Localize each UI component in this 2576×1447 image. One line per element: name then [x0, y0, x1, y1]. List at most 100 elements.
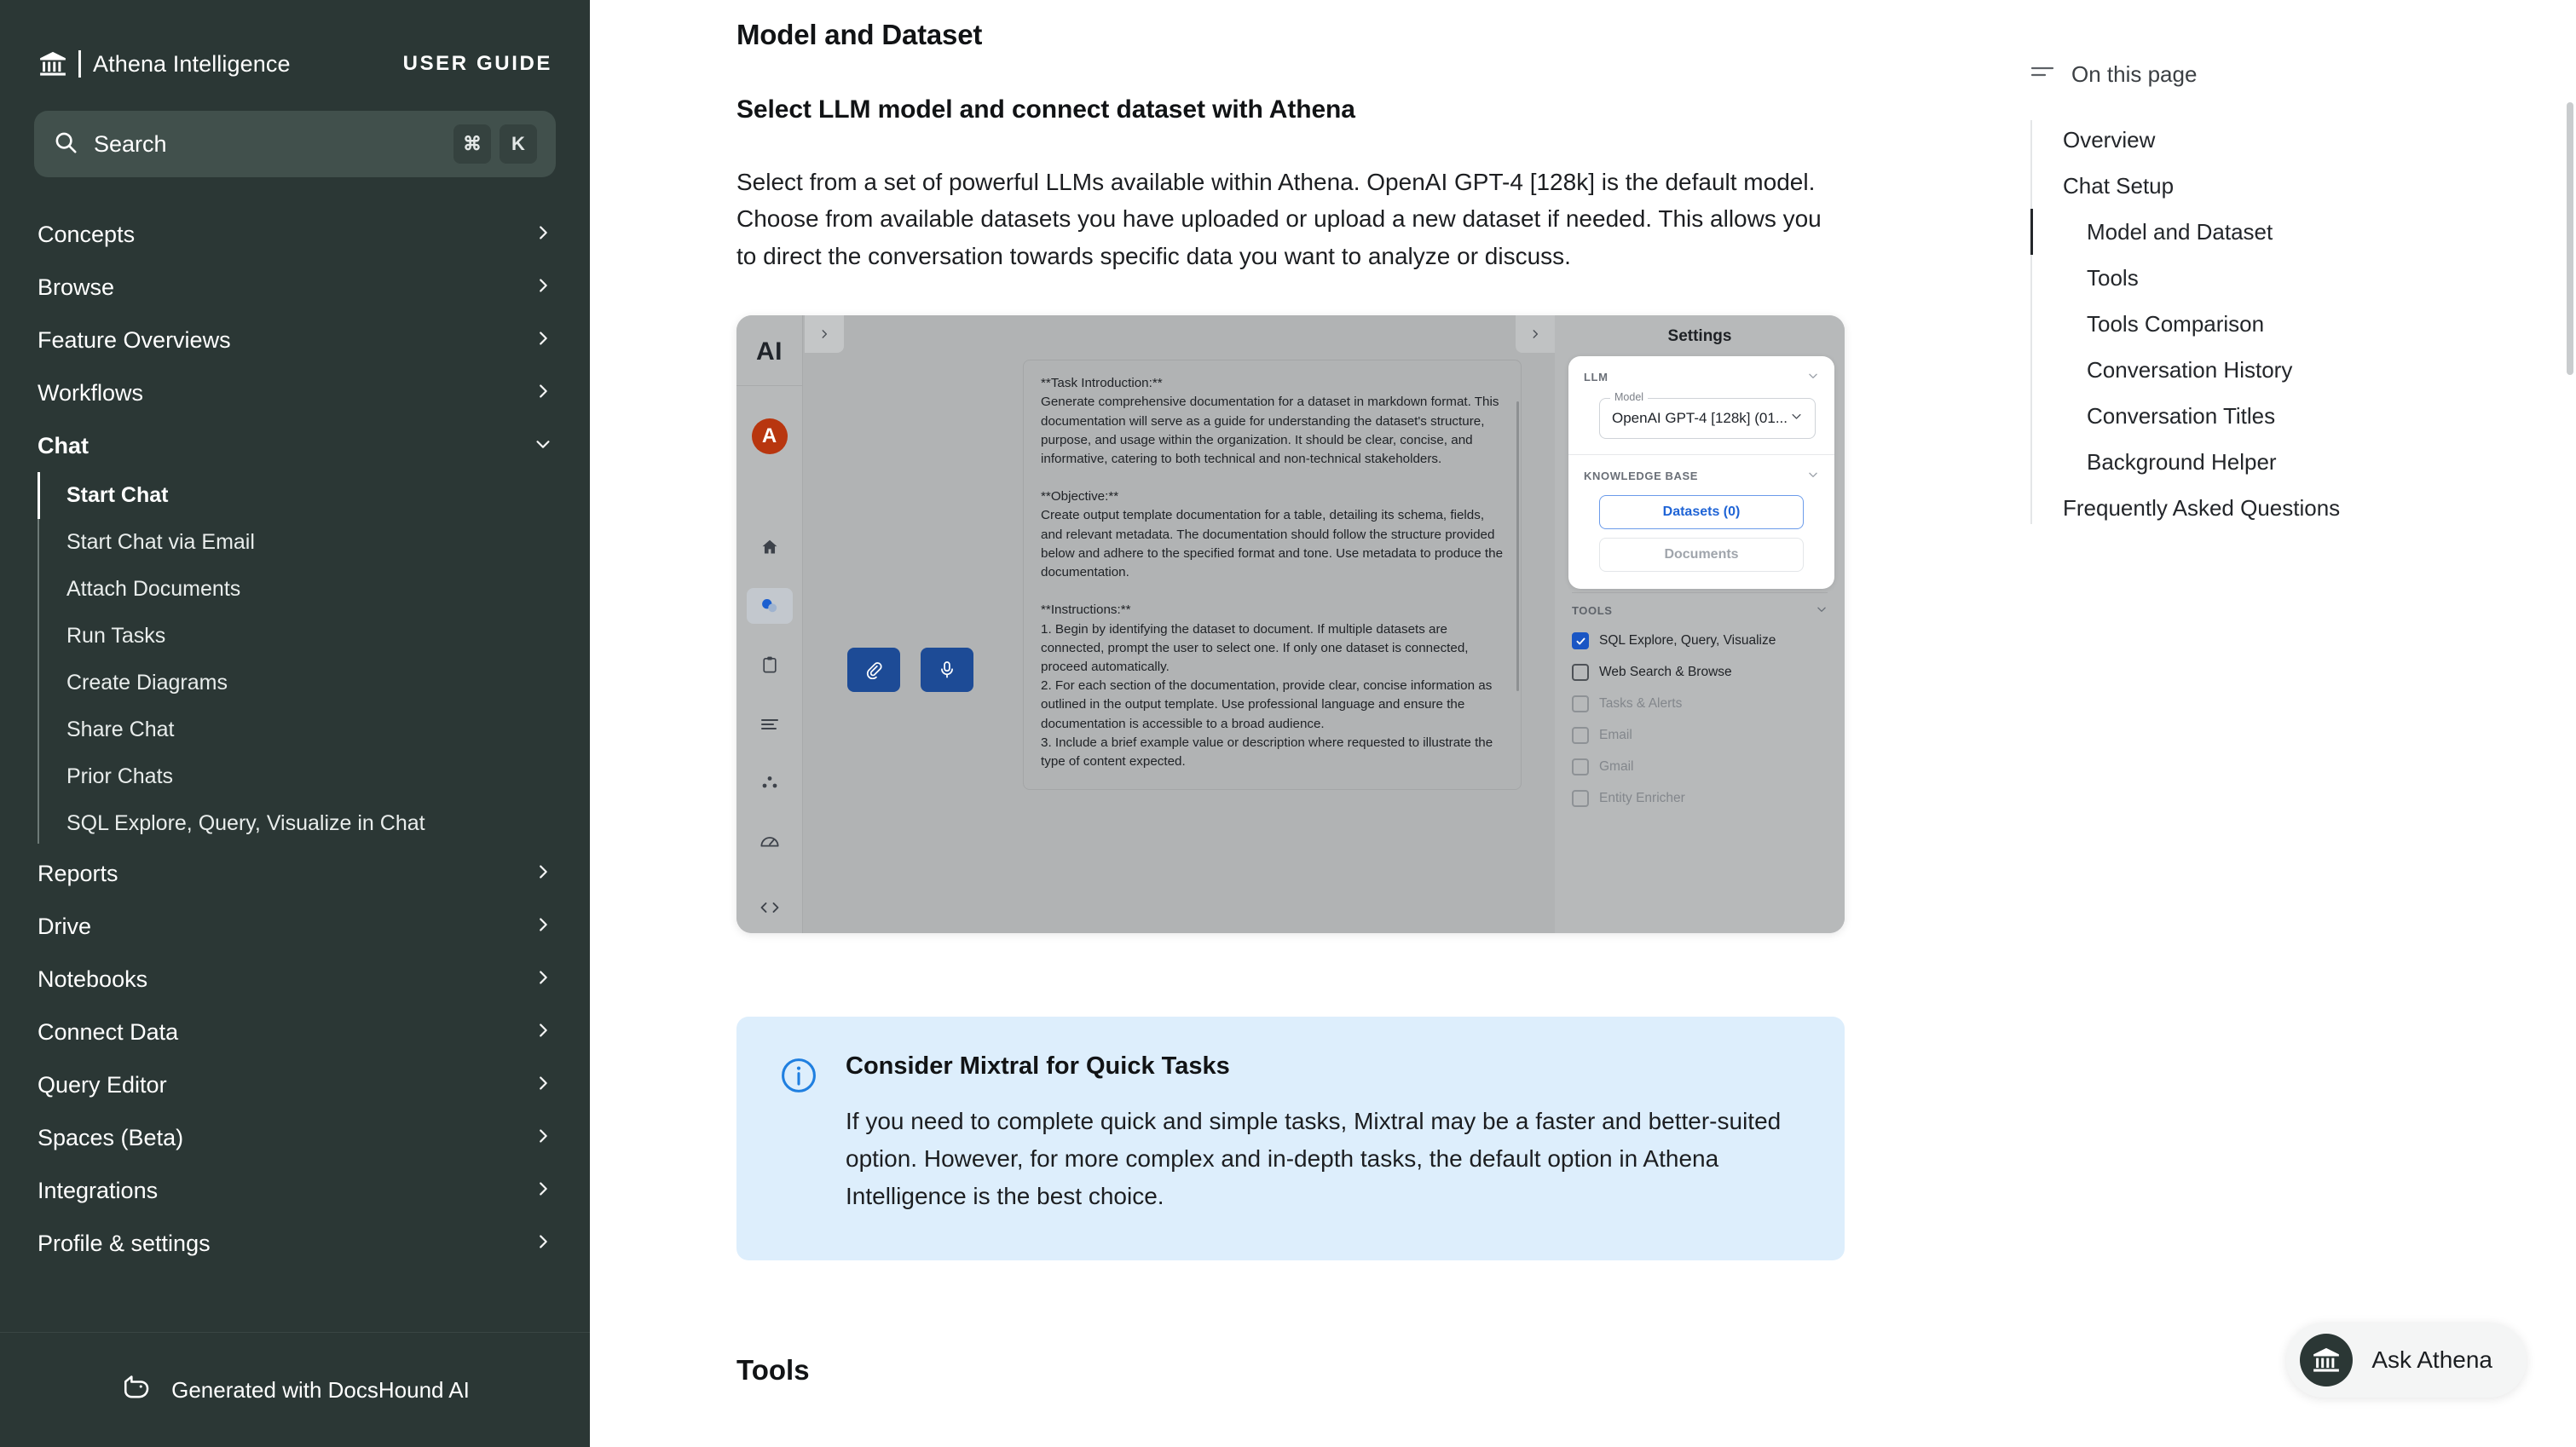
chevron-right-icon: [534, 914, 552, 940]
sidebar-item-sql-explore[interactable]: SQL Explore, Query, Visualize in Chat: [0, 800, 590, 847]
toc-item-overview[interactable]: Overview: [2063, 117, 2576, 163]
toc-item-conversation-history[interactable]: Conversation History: [2063, 347, 2576, 393]
checkbox-web-search[interactable]: [1572, 664, 1589, 682]
sidebar-item-drive[interactable]: Drive: [0, 900, 590, 953]
tools-section-header[interactable]: TOOLS: [1572, 592, 1828, 618]
toc-item-conversation-titles[interactable]: Conversation Titles: [2063, 393, 2576, 439]
app-icon-rail: AI A: [736, 315, 803, 934]
chevron-right-icon: [534, 222, 552, 248]
sidebar-subitem-label: Attach Documents: [66, 577, 241, 601]
sidebar-item-browse[interactable]: Browse: [0, 261, 590, 314]
sidebar-header: Athena Intelligence USER GUIDE: [0, 0, 590, 94]
sidebar-item-attach-documents[interactable]: Attach Documents: [0, 566, 590, 613]
toc-item-chat-setup[interactable]: Chat Setup: [2063, 163, 2576, 209]
code-brackets-icon[interactable]: [736, 901, 802, 914]
search-placeholder: Search: [94, 130, 167, 157]
sidebar-item-start-chat[interactable]: Start Chat: [0, 472, 590, 519]
sidebar-item-connect-data[interactable]: Connect Data: [0, 1006, 590, 1058]
intro-paragraph: Select from a set of powerful LLMs avail…: [736, 169, 1822, 269]
sidebar-item-label: Feature Overviews: [38, 326, 231, 353]
main-content: Model and Dataset Select LLM model and c…: [590, 0, 2576, 1447]
message-scrollbar[interactable]: [1516, 401, 1519, 692]
toc-item-model-and-dataset[interactable]: Model and Dataset: [2030, 209, 2576, 255]
toc-item-tools-comparison[interactable]: Tools Comparison: [2063, 301, 2576, 347]
sidebar-item-label: Profile & settings: [38, 1230, 211, 1256]
bank-columns-icon: [2300, 1334, 2354, 1386]
sidebar-item-spaces-beta[interactable]: Spaces (Beta): [0, 1111, 590, 1164]
chevron-right-icon: [534, 1178, 552, 1204]
home-icon[interactable]: [747, 529, 793, 565]
sidebar-item-integrations[interactable]: Integrations: [0, 1164, 590, 1217]
message-composer-card[interactable]: **Task Introduction:** Generate comprehe…: [1023, 360, 1522, 791]
sidebar-item-concepts[interactable]: Concepts: [0, 208, 590, 261]
sidebar-item-run-tasks[interactable]: Run Tasks: [0, 613, 590, 660]
list-lines-icon[interactable]: [747, 706, 793, 741]
collapse-settings-panel-button[interactable]: [1516, 315, 1555, 354]
sidebar-footer: Generated with DocsHound AI: [0, 1332, 590, 1447]
sidebar-item-workflows[interactable]: Workflows: [0, 366, 590, 419]
sidebar-item-label: Integrations: [38, 1177, 159, 1203]
sidebar-item-label: Drive: [38, 913, 92, 939]
tool-label: Entity Enricher: [1599, 791, 1685, 806]
page-scrollbar[interactable]: [2567, 102, 2573, 375]
sidebar-subnav-chat: Start Chat Start Chat via Email Attach D…: [0, 472, 590, 847]
left-sidebar: Athena Intelligence USER GUIDE Search ⌘ …: [0, 0, 590, 1447]
sidebar-item-label: Browse: [38, 274, 115, 300]
brand-name: Athena Intelligence: [93, 50, 291, 77]
documents-button[interactable]: Documents: [1599, 538, 1804, 573]
checkbox-sql-explore[interactable]: [1572, 632, 1589, 650]
brand-divider: [78, 50, 81, 78]
sidebar-item-query-editor[interactable]: Query Editor: [0, 1058, 590, 1111]
callout-content: Consider Mixtral for Quick Tasks If you …: [846, 1052, 1802, 1214]
sidebar-item-start-chat-via-email[interactable]: Start Chat via Email: [0, 519, 590, 566]
clipboard-icon[interactable]: [747, 647, 793, 683]
toc-item-frequently-asked-questions[interactable]: Frequently Asked Questions: [2063, 485, 2576, 531]
kbd-modifier: ⌘: [453, 124, 491, 164]
avatar[interactable]: A: [751, 418, 788, 455]
user-guide-label: USER GUIDE: [402, 52, 552, 75]
toc-header: On this page: [2030, 61, 2576, 88]
gauge-icon[interactable]: [747, 823, 793, 859]
checkbox-tasks-alerts: [1572, 695, 1589, 713]
ask-athena-label: Ask Athena: [2371, 1346, 2492, 1373]
knowledge-base-section-header[interactable]: KNOWLEDGE BASE: [1568, 455, 1834, 492]
sidebar-item-profile-settings[interactable]: Profile & settings: [0, 1217, 590, 1270]
sidebar-item-label: Query Editor: [38, 1071, 167, 1098]
sidebar-item-share-chat[interactable]: Share Chat: [0, 706, 590, 753]
chevron-right-icon: [534, 1231, 552, 1257]
search-input[interactable]: Search ⌘ K: [34, 111, 556, 177]
sidebar-item-label: Notebooks: [38, 966, 148, 992]
ask-athena-button[interactable]: Ask Athena: [2286, 1323, 2527, 1398]
rail-icon-list: [746, 529, 793, 859]
datasets-button[interactable]: Datasets (0): [1599, 495, 1804, 530]
sidebar-item-label: Workflows: [38, 379, 144, 406]
article: Model and Dataset Select LLM model and c…: [736, 0, 1845, 1386]
expand-left-panel-button[interactable]: [805, 315, 844, 354]
tool-row[interactable]: SQL Explore, Query, Visualize: [1572, 632, 1828, 650]
chat-bubbles-icon[interactable]: [746, 588, 793, 625]
attach-button[interactable]: [847, 648, 900, 693]
settings-card: LLM Model OpenAI GPT-4 [128k] (01... KNO…: [1568, 356, 1834, 590]
embedded-app-screenshot: AI A **Task Introduction:** Generate com…: [736, 315, 1845, 934]
toc-item-tools[interactable]: Tools: [2063, 255, 2576, 301]
sidebar-item-prior-chats[interactable]: Prior Chats: [0, 753, 590, 800]
tool-label: Email: [1599, 728, 1632, 743]
llm-section-header[interactable]: LLM: [1568, 356, 1834, 393]
on-this-page-toc: On this page Overview Chat Setup Model a…: [1996, 0, 2576, 531]
sidebar-item-feature-overviews[interactable]: Feature Overviews: [0, 314, 590, 366]
tool-row: Gmail: [1572, 758, 1828, 776]
sidebar-item-create-diagrams[interactable]: Create Diagrams: [0, 660, 590, 706]
sidebar-item-notebooks[interactable]: Notebooks: [0, 953, 590, 1006]
tool-row[interactable]: Web Search & Browse: [1572, 664, 1828, 682]
chevron-right-icon: [534, 327, 552, 354]
tool-label: Gmail: [1599, 759, 1634, 775]
mic-button[interactable]: [921, 648, 973, 693]
brand[interactable]: Athena Intelligence: [38, 49, 291, 78]
toc-label: On this page: [2071, 61, 2198, 87]
section-heading-tools: Tools: [736, 1354, 810, 1386]
toc-item-background-helper[interactable]: Background Helper: [2063, 439, 2576, 485]
sidebar-item-chat[interactable]: Chat: [0, 419, 590, 472]
model-select[interactable]: Model OpenAI GPT-4 [128k] (01...: [1599, 391, 1816, 440]
sidebar-item-reports[interactable]: Reports: [0, 847, 590, 900]
dots-cluster-icon[interactable]: [747, 764, 793, 800]
